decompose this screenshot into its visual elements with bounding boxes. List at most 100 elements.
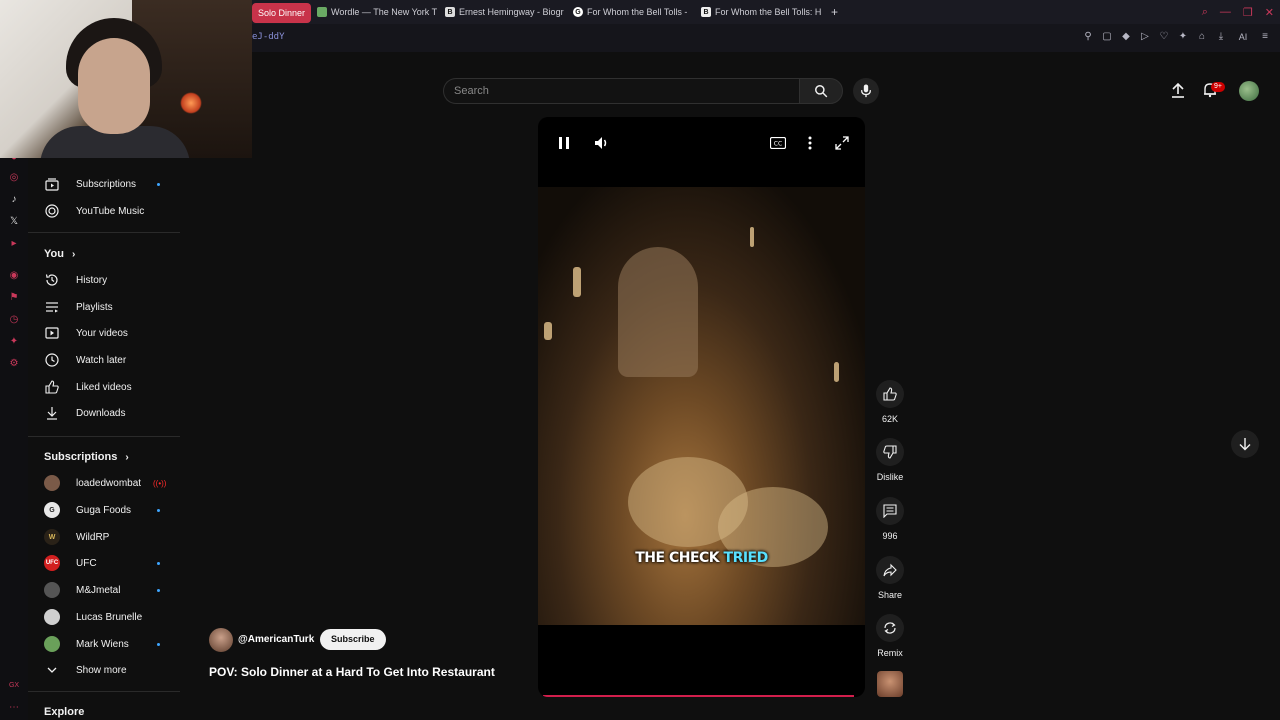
settings-icon[interactable]: ⚙ <box>8 358 20 370</box>
snapshot-icon[interactable]: ▢ <box>1102 31 1112 43</box>
remix-label: Remix <box>877 648 903 658</box>
clock-icon <box>44 352 60 368</box>
more-icon[interactable]: ⋯ <box>8 702 20 714</box>
sidebar-channel-lucas-brunelle[interactable]: Lucas Brunelle <box>28 604 180 630</box>
new-tab-button[interactable]: + <box>823 5 846 19</box>
ai-icon[interactable]: AI <box>1235 31 1251 43</box>
wallet-icon[interactable]: ⌂ <box>1197 31 1207 43</box>
browser-tab-solo-dinner[interactable]: Solo Dinner <box>252 2 312 23</box>
pause-button[interactable] <box>555 134 573 152</box>
instagram-icon[interactable]: ◎ <box>8 172 20 184</box>
sidebar-item-label: M&Jmetal <box>76 584 121 596</box>
menu-icon[interactable]: ≡ <box>1260 31 1270 43</box>
shorts-player[interactable]: CC THE CHECK TRIED <box>538 117 865 697</box>
sidebar-heading-subscriptions[interactable]: Subscriptions › <box>44 451 129 463</box>
youtube-music-icon[interactable]: ▸ <box>8 238 20 250</box>
pause-icon <box>559 137 569 149</box>
arrow-down-icon <box>1239 438 1251 451</box>
caption-text: THE CHECK <box>635 550 720 566</box>
sidebar-item-watch-later[interactable]: Watch later <box>28 347 180 373</box>
channel-avatar[interactable] <box>209 628 233 652</box>
heart-icon[interactable]: ♡ <box>1159 31 1169 43</box>
sidebar-item-liked-videos[interactable]: Liked videos <box>28 374 180 400</box>
sidebar: Subscriptions YouTube Music You › Histor… <box>28 158 184 720</box>
sidebar-item-downloads[interactable]: Downloads <box>28 400 180 426</box>
subscribe-button[interactable]: Subscribe <box>320 629 386 650</box>
remix-circle <box>876 614 904 642</box>
sidebar-item-playlists[interactable]: Playlists <box>28 294 180 320</box>
video-title[interactable]: POV: Solo Dinner at a Hard To Get Into R… <box>209 665 495 679</box>
bio-icon: B <box>445 7 456 17</box>
sidebar-show-more[interactable]: Show more <box>28 657 180 683</box>
like-button[interactable]: 62K <box>870 380 910 424</box>
audio-source-avatar[interactable] <box>877 671 903 697</box>
share-label: Share <box>877 590 903 600</box>
sidebar-channel-loadedwombat[interactable]: loadedwombat ((•)) <box>28 470 180 496</box>
share-button[interactable]: Share <box>870 556 910 600</box>
search-input[interactable]: Search <box>443 78 799 104</box>
channel-avatar <box>44 582 60 598</box>
comments-button[interactable]: 996 <box>870 497 910 541</box>
browser-tab-bell-tolls-book[interactable]: B For Whom the Bell Tolls: H <box>695 0 823 24</box>
extensions-strip-icon[interactable]: ✦ <box>8 336 20 348</box>
pin-board-icon[interactable]: ⚑ <box>8 292 20 304</box>
sidebar-channel-mjmetal[interactable]: M&Jmetal <box>28 577 180 603</box>
download-icon[interactable]: ⤓ <box>1216 31 1226 43</box>
playlists-icon <box>44 299 60 315</box>
sidebar-item-your-videos[interactable]: Your videos <box>28 320 180 346</box>
search-icon <box>815 85 828 98</box>
sidebar-channel-ufc[interactable]: UFC UFC <box>28 550 180 576</box>
voice-search-button[interactable] <box>853 78 879 104</box>
shield-icon[interactable]: ◆ <box>1121 31 1131 43</box>
captions-button[interactable]: CC <box>769 134 787 152</box>
volume-button[interactable] <box>593 134 611 152</box>
gx-icon: GX <box>8 682 20 689</box>
dislike-button[interactable]: Dislike <box>870 438 910 482</box>
channel-avatar: G <box>44 502 60 518</box>
sidebar-divider <box>28 436 180 437</box>
channel-handle[interactable]: @AmericanTurk <box>238 634 314 645</box>
browser-tab-hemingway[interactable]: B Ernest Hemingway - Biogr <box>439 0 567 24</box>
close-icon[interactable]: ✕ <box>1265 6 1274 19</box>
new-content-dot <box>157 182 160 186</box>
more-options-button[interactable] <box>801 134 819 152</box>
play-icon[interactable]: ▷ <box>1140 31 1150 43</box>
sidebar-channel-wildrp[interactable]: W WildRP <box>28 524 180 550</box>
sidebar-item-subscriptions[interactable]: Subscriptions <box>28 171 180 197</box>
like-circle <box>876 380 904 408</box>
search-tabs-icon[interactable]: ⌕ <box>1202 6 1208 19</box>
history-strip-icon[interactable]: ◷ <box>8 314 20 326</box>
sidebar-item-youtube-music[interactable]: YouTube Music <box>28 198 180 224</box>
remix-button[interactable]: Remix <box>870 614 910 658</box>
next-video-button[interactable] <box>1231 430 1259 458</box>
browser-tab-wordle[interactable]: Wordle — The New York T <box>311 0 439 24</box>
thumbs-up-icon <box>883 387 897 401</box>
sidebar-item-history[interactable]: History <box>28 267 180 293</box>
browser-tab-bell-tolls-google[interactable]: G For Whom the Bell Tolls - <box>567 0 695 24</box>
create-button[interactable] <box>1170 82 1186 103</box>
tab-label: For Whom the Bell Tolls: H <box>715 7 822 17</box>
minimize-icon[interactable]: — <box>1220 6 1231 18</box>
more-vertical-icon <box>808 136 812 150</box>
restore-icon[interactable]: ❐ <box>1243 6 1253 19</box>
fullscreen-button[interactable] <box>833 134 851 152</box>
sidebar-heading-you[interactable]: You › <box>44 248 75 260</box>
heading-label: You <box>44 248 64 260</box>
player-icon[interactable]: ◉ <box>8 270 20 282</box>
sidebar-channel-mark-wiens[interactable]: Mark Wiens <box>28 631 180 657</box>
expand-icon <box>835 136 849 150</box>
video-light <box>544 322 552 340</box>
progress-bar[interactable] <box>543 695 854 697</box>
account-avatar[interactable] <box>1239 81 1259 101</box>
sidebar-item-label: WildRP <box>76 531 110 543</box>
sidebar-channel-guga-foods[interactable]: G Guga Foods <box>28 497 180 523</box>
x-icon[interactable]: 𝕏 <box>8 216 20 228</box>
caption-highlight: TRIED <box>723 550 769 566</box>
extensions-icon[interactable]: ✦ <box>1178 31 1188 43</box>
tiktok-icon[interactable]: ♪ <box>8 194 20 206</box>
video-light <box>750 227 754 247</box>
search-button[interactable] <box>799 78 843 104</box>
upload-icon <box>1172 82 1184 98</box>
pin-icon[interactable]: ⚲ <box>1083 31 1093 43</box>
url-field[interactable]: eJ-ddY <box>252 32 285 42</box>
